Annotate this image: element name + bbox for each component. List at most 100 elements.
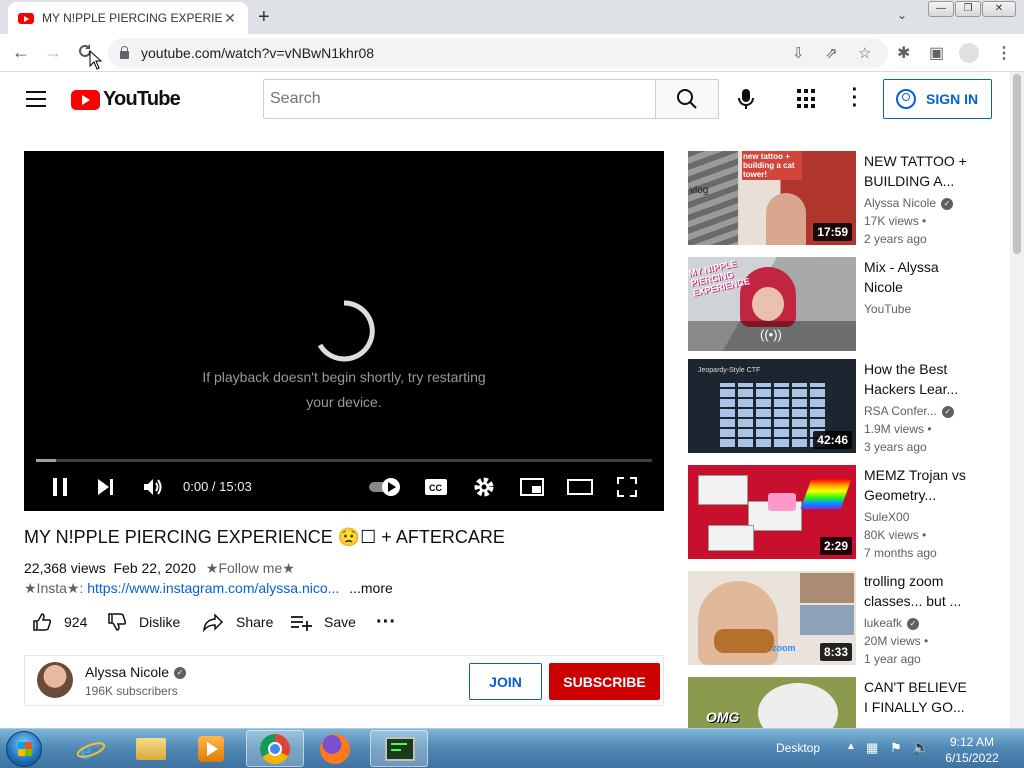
video-meta: 22,368 views Feb 22, 2020 ★Follow me★ xyxy=(24,560,295,577)
join-button[interactable]: JOIN xyxy=(469,663,542,700)
system-clock[interactable]: 9:12 AM 6/15/2022 xyxy=(940,734,1004,766)
firefox-taskbar-icon[interactable] xyxy=(306,730,364,767)
playlist-add-icon xyxy=(291,616,312,631)
tab-search-chevron-icon[interactable]: ⌄ xyxy=(897,8,907,22)
settings-gear-icon[interactable] xyxy=(473,476,495,498)
network-icon[interactable]: ▦ xyxy=(866,740,878,756)
browser-toolbar: ← → youtube.com/watch?v=vNBwN1khr08 ⇩ ⇗ … xyxy=(0,34,1024,72)
start-button[interactable] xyxy=(6,731,42,767)
next-video-icon[interactable] xyxy=(96,476,116,498)
settings-more-icon[interactable]: · · · xyxy=(845,80,865,116)
more-actions-icon[interactable]: ··· xyxy=(376,610,396,634)
new-tab-button[interactable]: + xyxy=(258,6,270,29)
fullscreen-icon[interactable] xyxy=(616,476,638,498)
side-panel-icon[interactable]: ▣ xyxy=(929,43,944,63)
recommended-video[interactable]: 2:29 MEMZ Trojan vs Geometry... SuleX00 … xyxy=(688,465,988,561)
forward-button[interactable]: → xyxy=(42,42,64,63)
pause-icon[interactable] xyxy=(50,476,70,498)
address-bar[interactable]: youtube.com/watch?v=vNBwN1khr08 xyxy=(108,38,888,68)
recommended-video[interactable]: OMG CAN'T BELIEVE I FINALLY GO... xyxy=(688,677,988,728)
thumbnail-caption: Jeopardy-Style CTF xyxy=(698,367,761,374)
recommended-video[interactable]: zoom 8:33 trolling zoom classes... but .… xyxy=(688,571,988,667)
search-input[interactable] xyxy=(263,79,656,119)
file-explorer-taskbar-icon[interactable] xyxy=(122,730,180,767)
view-count: 1.9M views • xyxy=(864,422,932,436)
video-duration: 8:33 xyxy=(819,643,852,661)
like-button[interactable]: 924 xyxy=(32,610,87,634)
volume-speaker-icon[interactable]: 🔈 xyxy=(912,739,929,756)
recommended-mix[interactable]: MY N!PPLE PIERCING EXPERIENCE ((•)) Mix … xyxy=(688,257,988,353)
share-label: Share xyxy=(236,614,274,630)
video-duration: 42:46 xyxy=(813,431,852,449)
video-thumbnail[interactable]: OMG xyxy=(688,677,856,728)
scrollbar-thumb[interactable] xyxy=(1013,74,1021,254)
action-center-flag-icon[interactable]: ⚑ xyxy=(890,740,902,756)
back-button[interactable]: ← xyxy=(10,42,32,63)
volume-icon[interactable] xyxy=(142,476,164,498)
like-count: 924 xyxy=(64,614,88,630)
sign-in-button[interactable]: SIGN IN xyxy=(883,79,992,119)
video-title: CAN'T BELIEVE I FINALLY GO... xyxy=(864,679,967,715)
channel-avatar[interactable] xyxy=(37,662,73,698)
video-description: ★Insta★: https://www.instagram.com/alyss… xyxy=(24,580,393,597)
video-thumbnail[interactable]: MY N!PPLE PIERCING EXPERIENCE ((•)) xyxy=(688,257,856,351)
youtube-logo[interactable]: YouTube xyxy=(71,88,181,111)
view-count: 80K views • xyxy=(864,528,927,542)
view-count: 17K views • xyxy=(864,214,927,228)
bookmark-star-icon[interactable]: ☆ xyxy=(858,44,871,62)
show-more-link[interactable]: ...more xyxy=(349,580,393,596)
share-page-icon[interactable]: ⇗ xyxy=(825,44,838,62)
minimize-button[interactable]: — xyxy=(928,1,954,17)
browser-menu-icon[interactable]: ⋮ xyxy=(996,43,1012,63)
youtube-favicon-icon xyxy=(18,12,34,24)
theater-mode-icon[interactable] xyxy=(566,476,594,498)
video-thumbnail[interactable]: new tattoo + building a cat tower! vlog … xyxy=(688,151,856,245)
save-button[interactable]: Save xyxy=(290,610,356,634)
subscriber-count: 196K subscribers xyxy=(85,684,178,698)
verified-check-icon: ✓ xyxy=(941,197,954,210)
install-icon[interactable]: ⇩ xyxy=(792,44,805,62)
extensions-puzzle-icon[interactable]: ✱ xyxy=(897,43,910,63)
video-duration: 2:29 xyxy=(819,537,852,555)
terminal-taskbar-icon[interactable] xyxy=(370,730,428,767)
channel-name: SuleX00 xyxy=(864,510,910,524)
chrome-taskbar-icon[interactable] xyxy=(246,730,304,767)
sign-in-label: SIGN IN xyxy=(926,91,979,107)
guide-menu-icon[interactable] xyxy=(26,91,46,107)
share-button[interactable]: Share xyxy=(202,610,273,634)
restore-button[interactable]: ❐ xyxy=(955,1,981,17)
close-window-button[interactable]: ✕ xyxy=(982,1,1016,17)
browser-tab[interactable]: MY N!PPLE PIERCING EXPERIENCE ✕ xyxy=(8,2,248,34)
show-hidden-icons-chevron-icon[interactable]: ▲ xyxy=(846,741,856,752)
upload-age: 1 year ago xyxy=(864,652,921,666)
page-scrollbar[interactable] xyxy=(1010,72,1024,728)
video-thumbnail[interactable]: 2:29 xyxy=(688,465,856,559)
autoplay-toggle-icon[interactable] xyxy=(368,476,402,498)
instagram-link[interactable]: https://www.instagram.com/alyssa.nico... xyxy=(87,580,339,596)
apps-grid-icon[interactable] xyxy=(797,89,817,109)
miniplayer-icon[interactable] xyxy=(519,476,545,498)
subscribe-button[interactable]: SUBSCRIBE xyxy=(549,663,660,700)
video-thumbnail[interactable]: Jeopardy-Style CTF 42:46 xyxy=(688,359,856,453)
video-thumbnail[interactable]: zoom 8:33 xyxy=(688,571,856,665)
closed-captions-icon[interactable]: CC xyxy=(424,476,448,498)
search-button[interactable] xyxy=(655,79,719,119)
internet-explorer-taskbar-icon[interactable]: e xyxy=(62,730,120,767)
url-text: youtube.com/watch?v=vNBwN1khr08 xyxy=(141,45,375,61)
mouse-cursor-icon xyxy=(89,50,103,70)
progress-bar[interactable] xyxy=(36,459,652,462)
desktop-toolbar-label[interactable]: Desktop xyxy=(776,741,820,755)
dislike-label: Dislike xyxy=(139,614,181,630)
media-player-taskbar-icon[interactable] xyxy=(182,730,240,767)
channel-name[interactable]: Alyssa Nicole ✓ xyxy=(85,664,187,680)
profile-avatar-icon[interactable] xyxy=(959,43,979,63)
recommended-video[interactable]: new tattoo + building a cat tower! vlog … xyxy=(688,151,988,247)
voice-search-button[interactable] xyxy=(731,84,761,114)
thumbnail-caption: OMG xyxy=(706,709,740,725)
tab-close-icon[interactable]: ✕ xyxy=(222,10,238,27)
thumbs-up-icon xyxy=(33,613,52,631)
dislike-button[interactable]: Dislike xyxy=(107,610,180,634)
zoom-logo-icon: zoom xyxy=(772,643,796,653)
video-player[interactable]: If playback doesn't begin shortly, try r… xyxy=(24,151,664,511)
recommended-video[interactable]: Jeopardy-Style CTF 42:46 How the Best Ha… xyxy=(688,359,988,455)
